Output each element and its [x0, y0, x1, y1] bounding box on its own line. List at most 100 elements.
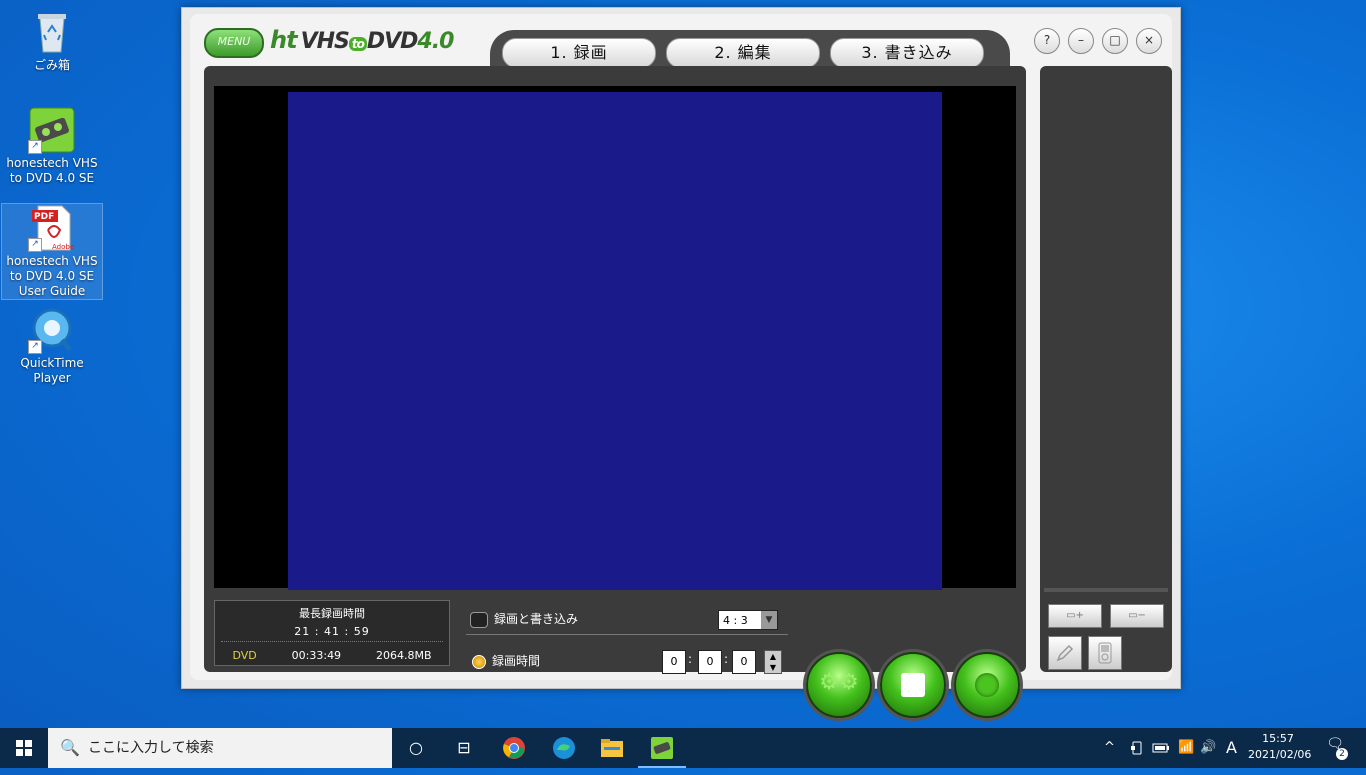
stop-button[interactable]	[880, 652, 946, 718]
minimize-button[interactable]: –	[1068, 28, 1094, 54]
clock-date: 2021/02/06	[1248, 748, 1312, 761]
aspect-ratio-value: 4 : 3	[723, 614, 748, 627]
recording-info-panel: 最長録画時間 21 : 41 : 59 DVD 00:33:49 2064.8M…	[214, 600, 450, 666]
volume-icon[interactable]: 🔊	[1200, 728, 1216, 768]
pencil-icon	[1056, 644, 1074, 662]
timer-hours-input[interactable]: 0	[662, 650, 686, 674]
record-button[interactable]	[954, 652, 1020, 718]
logo-to: to	[348, 37, 367, 51]
timer-minutes-input[interactable]: 0	[698, 650, 722, 674]
windows-logo-icon	[16, 740, 32, 756]
desktop-icon-user-guide[interactable]: PDF Adobe ↗ honestech VHS to DVD 4.0 SE …	[1, 203, 103, 300]
taskbar-vhs-to-dvd[interactable]	[638, 728, 686, 768]
device-button[interactable]	[1088, 636, 1122, 670]
timer-colon: :	[724, 652, 729, 666]
aspect-ratio-select[interactable]: 4 : 3 ▼	[718, 610, 778, 630]
edge-icon	[553, 737, 575, 759]
gear-icon: ⚙⚙	[819, 670, 859, 695]
tab-edit[interactable]: 2. 編集	[666, 38, 820, 68]
chevron-down-icon[interactable]: ▼	[761, 611, 777, 629]
quicktime-icon: ↗	[28, 306, 76, 354]
shortcut-arrow-icon: ↗	[28, 340, 42, 354]
spin-down-icon[interactable]: ▼	[765, 662, 781, 673]
timer-seconds-input[interactable]: 0	[732, 650, 756, 674]
logo-version: 4.0	[417, 29, 454, 54]
desktop-icon-label: honestech VHS to DVD 4.0 SE	[6, 156, 98, 185]
stop-icon	[901, 673, 925, 697]
shortcut-arrow-icon: ↗	[28, 238, 42, 252]
search-icon: 🔍	[60, 738, 80, 757]
taskbar-chrome[interactable]	[490, 728, 538, 768]
file-explorer-icon	[601, 739, 623, 757]
options-divider	[466, 634, 788, 635]
logo-vhs: VHS	[300, 29, 350, 54]
current-duration: 00:33:49	[291, 649, 342, 662]
current-size: 2064.8MB	[375, 649, 432, 662]
taskbar-edge[interactable]	[540, 728, 588, 768]
maximize-button[interactable]: □	[1102, 28, 1128, 54]
tray-overflow-chevron[interactable]: ^	[1104, 728, 1115, 768]
portable-device-icon	[1098, 642, 1112, 664]
clock-time: 15:57	[1262, 732, 1294, 745]
adobe-label: Adobe	[52, 243, 75, 251]
remove-clip-button[interactable]: ▭−	[1110, 604, 1164, 628]
main-panel: 最長録画時間 21 : 41 : 59 DVD 00:33:49 2064.8M…	[204, 66, 1026, 718]
tray-device-icon[interactable]	[1130, 728, 1144, 768]
logo-ht: ht	[270, 26, 298, 54]
recycle-bin-icon	[28, 8, 76, 56]
record-time-label: 録画時間	[492, 654, 541, 668]
record-icon	[975, 673, 999, 697]
output-format: DVD	[232, 649, 257, 662]
pdf-icon: PDF Adobe ↗	[28, 204, 76, 252]
vhs-app-icon	[651, 737, 673, 759]
spin-up-icon[interactable]: ▲	[765, 651, 781, 662]
desktop-icon-label: QuickTime Player	[20, 356, 84, 385]
ime-indicator[interactable]: A	[1226, 728, 1237, 768]
taskbar-file-explorer[interactable]	[588, 728, 636, 768]
info-divider	[221, 641, 443, 642]
help-button[interactable]: ?	[1034, 28, 1060, 54]
clip-list-panel: ▭+ ▭−	[1040, 66, 1172, 672]
desktop-icon-quicktime[interactable]: ↗ QuickTime Player	[2, 306, 102, 386]
desktop-icon-label: ごみ箱	[33, 58, 70, 72]
pdf-label: PDF	[34, 212, 55, 222]
record-and-burn-option[interactable]: 録画と書き込み	[470, 610, 578, 628]
add-clip-button[interactable]: ▭+	[1048, 604, 1102, 628]
tab-record[interactable]: 1. 録画	[502, 38, 656, 68]
wifi-icon[interactable]: 📶	[1178, 728, 1194, 768]
record-time-toggle[interactable]	[472, 654, 486, 669]
video-preview	[214, 86, 1016, 590]
menu-button[interactable]: MENU	[204, 28, 264, 58]
chrome-icon	[503, 737, 525, 759]
battery-icon[interactable]	[1152, 728, 1170, 768]
info-details-row: DVD 00:33:49 2064.8MB	[215, 649, 449, 662]
action-center-button[interactable]: 🗨 2	[1322, 736, 1348, 760]
tab-burn[interactable]: 3. 書き込み	[830, 38, 984, 68]
search-placeholder: ここに入力して検索	[88, 740, 214, 756]
taskbar-search[interactable]: 🔍 ここに入力して検索	[48, 728, 392, 768]
close-button[interactable]: ×	[1136, 28, 1162, 54]
task-view-button[interactable]: ⊟	[440, 728, 488, 768]
cortana-button[interactable]: ○	[392, 728, 440, 768]
desktop-icon-recycle-bin[interactable]: ごみ箱	[2, 8, 102, 73]
taskbar-clock[interactable]: 15:57 2021/02/06	[1248, 731, 1312, 763]
settings-button[interactable]: ⚙⚙	[806, 652, 872, 718]
clip-list[interactable]	[1044, 72, 1168, 592]
desktop-icon-vhs-to-dvd[interactable]: ↗ honestech VHS to DVD 4.0 SE	[2, 106, 102, 186]
start-button[interactable]	[0, 728, 48, 768]
record-time-option[interactable]: 録画時間	[472, 652, 540, 669]
vhs-to-dvd-window: MENU ht VHS to DVD4.0 1. 録画 2. 編集 3. 書き込み ?…	[181, 7, 1181, 718]
max-record-time-label: 最長録画時間	[299, 607, 365, 620]
desktop-icon-label: honestech VHS to DVD 4.0 SE User Guide	[6, 254, 98, 298]
edit-clip-button[interactable]	[1048, 636, 1082, 670]
app-logo: ht VHS to DVD4.0	[270, 26, 454, 54]
record-and-burn-toggle[interactable]	[470, 611, 488, 628]
timer-spinner[interactable]: ▲ ▼	[764, 650, 782, 674]
max-record-time-value: 21 : 41 : 59	[294, 625, 370, 638]
vhs-app-icon: ↗	[28, 106, 76, 154]
timer-colon: :	[688, 652, 693, 666]
video-signal-area	[288, 92, 942, 590]
shortcut-arrow-icon: ↗	[28, 140, 42, 154]
notification-count-badge: 2	[1336, 748, 1348, 760]
app-frame: MENU ht VHS to DVD4.0 1. 録画 2. 編集 3. 書き込み ?…	[190, 14, 1172, 718]
